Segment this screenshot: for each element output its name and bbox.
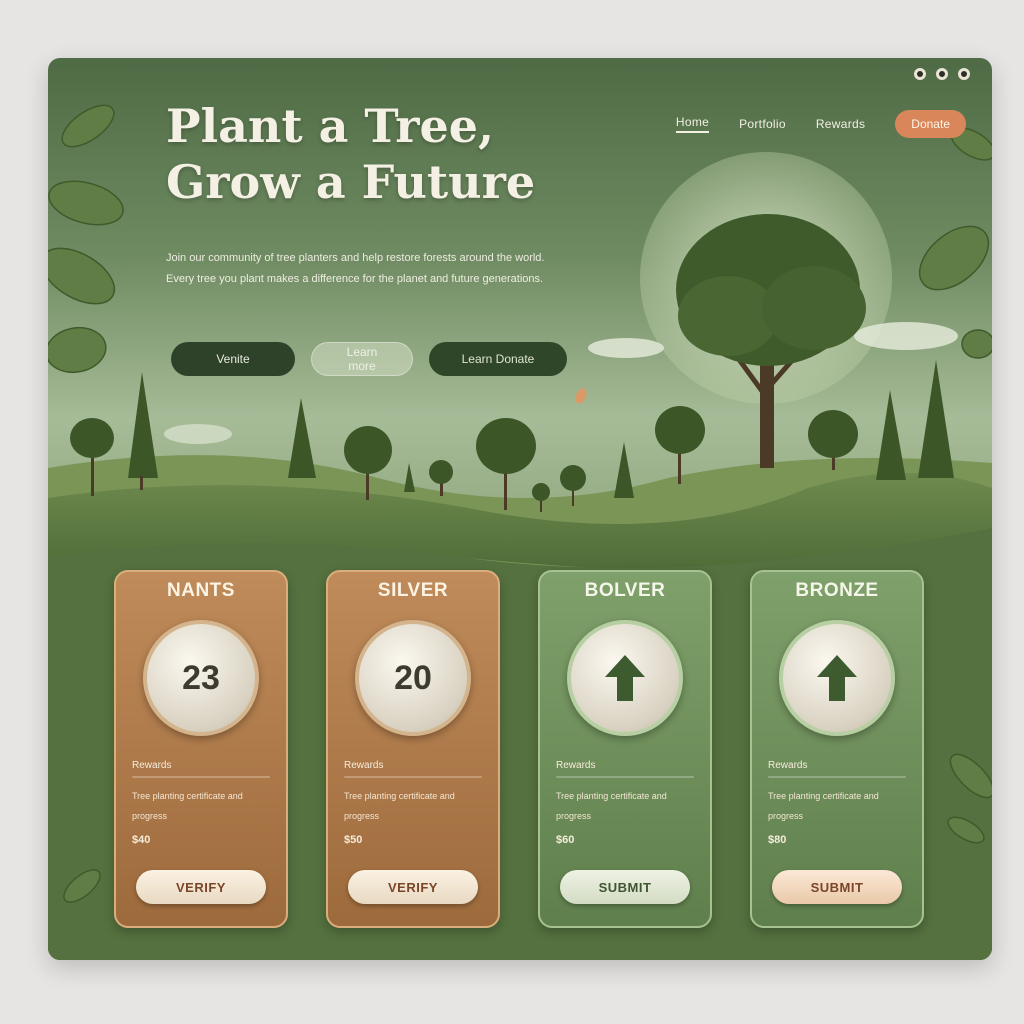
- submit-button[interactable]: SUBMIT: [560, 870, 690, 904]
- divider: [768, 776, 906, 778]
- nav-item-home[interactable]: Home: [675, 115, 710, 133]
- verify-button[interactable]: VERIFY: [136, 870, 266, 904]
- window-dot[interactable]: [958, 68, 970, 80]
- tier-card: BOLVER Rewards Tree planting certificate…: [538, 570, 712, 928]
- nav-item-rewards[interactable]: Rewards: [816, 117, 865, 131]
- tier-price: $80: [768, 834, 787, 846]
- primary-cta-button[interactable]: Venite: [171, 342, 295, 376]
- tier-card: BRONZE Rewards Tree planting certificate…: [750, 570, 924, 928]
- submit-button[interactable]: SUBMIT: [772, 870, 902, 904]
- tier-price: $50: [344, 834, 363, 846]
- window-dot[interactable]: [914, 68, 926, 80]
- tier-badge: 20: [355, 620, 471, 736]
- tier-description: Tree planting certificate and progress: [132, 791, 243, 821]
- tier-badge: 23: [143, 620, 259, 736]
- divider: [556, 776, 694, 778]
- cloud: [164, 424, 232, 444]
- window-controls: [914, 68, 970, 80]
- divider: [344, 776, 482, 778]
- cloud: [588, 338, 664, 358]
- cloud: [854, 322, 958, 350]
- window-dot[interactable]: [936, 68, 948, 80]
- donate-cta-button[interactable]: Learn Donate: [429, 342, 567, 376]
- tier-title: NANTS: [167, 580, 235, 601]
- hero-actions: Venite Learn more Learn Donate: [171, 342, 567, 376]
- tier-title: BRONZE: [795, 580, 879, 601]
- tier-card: NANTS 23 Rewards Tree planting certifica…: [114, 570, 288, 928]
- hero-title-line: Grow a Future: [166, 155, 536, 209]
- arrow-up-icon: [817, 655, 857, 701]
- tier-label: Rewards: [768, 760, 808, 771]
- hero-description: Join our community of tree planters and …: [166, 252, 545, 285]
- tier-badge-value: 20: [394, 658, 432, 697]
- tier-cards: NANTS 23 Rewards Tree planting certifica…: [114, 570, 924, 928]
- divider: [132, 776, 270, 778]
- tier-description: Tree planting certificate and progress: [556, 791, 667, 821]
- big-tree-trunk: [760, 348, 774, 468]
- tier-badge-value: 23: [182, 658, 220, 697]
- donate-button[interactable]: Donate: [895, 110, 966, 138]
- tier-title: BOLVER: [584, 580, 666, 601]
- tier-label: Rewards: [556, 760, 596, 771]
- nav-item-portfolio[interactable]: Portfolio: [739, 117, 786, 131]
- tier-description: Tree planting certificate and progress: [768, 791, 879, 821]
- hero-title-line: Plant a Tree,: [166, 99, 495, 153]
- tier-badge: [779, 620, 895, 736]
- arrow-up-icon: [605, 655, 645, 701]
- verify-button[interactable]: VERIFY: [348, 870, 478, 904]
- tier-label: Rewards: [132, 760, 172, 771]
- hero-title: Plant a Tree, Grow a Future: [166, 98, 535, 210]
- app-window: Plant a Tree, Grow a Future Home Portfol…: [48, 58, 992, 960]
- top-nav: Home Portfolio Rewards Donate: [675, 110, 966, 138]
- secondary-cta-button[interactable]: Learn more: [311, 342, 413, 376]
- big-tree-canopy: [762, 266, 866, 350]
- tier-card: SILVER 20 Rewards Tree planting certific…: [326, 570, 500, 928]
- tier-badge: [567, 620, 683, 736]
- falling-leaf: [575, 388, 587, 404]
- tier-label: Rewards: [344, 760, 384, 771]
- tier-title: SILVER: [377, 580, 449, 601]
- tier-description: Tree planting certificate and progress: [344, 791, 455, 821]
- tier-price: $40: [132, 834, 151, 846]
- tier-price: $60: [556, 834, 575, 846]
